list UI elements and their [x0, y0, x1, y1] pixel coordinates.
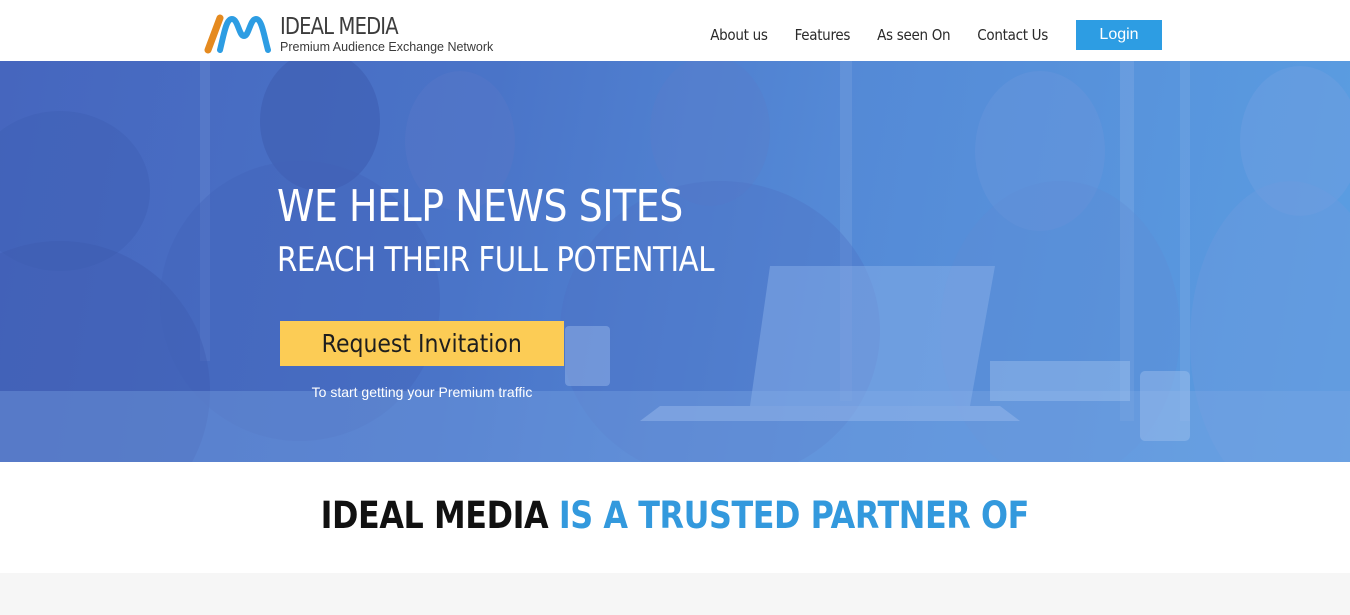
- request-invitation-label: Request Invitation: [321, 329, 523, 358]
- main-nav: About us Features As seen On Contact Us …: [710, 20, 1162, 50]
- cta-note: To start getting your Premium traffic: [311, 384, 533, 400]
- trusted-partner-section: IDEAL MEDIA IS A TRUSTED PARTNER OF: [0, 462, 1350, 573]
- logo-title: IDEAL MEDIA: [280, 14, 399, 40]
- partner-heading-brand: IDEAL MEDIA: [320, 494, 549, 537]
- hero-title: WE HELP NEWS SITES: [277, 181, 683, 232]
- nav-features[interactable]: Features: [795, 26, 851, 44]
- login-button[interactable]: Login: [1076, 20, 1162, 50]
- nav-contact-us[interactable]: Contact Us: [977, 26, 1048, 44]
- logo[interactable]: IDEAL MEDIA Premium Audience Exchange Ne…: [198, 12, 498, 56]
- request-invitation-button[interactable]: Request Invitation: [280, 321, 564, 366]
- ideal-media-logo-icon: [204, 14, 271, 54]
- site-header: IDEAL MEDIA Premium Audience Exchange Ne…: [0, 0, 1350, 61]
- nav-as-seen-on[interactable]: As seen On: [877, 26, 951, 44]
- hero-subtitle: REACH THEIR FULL POTENTIAL: [277, 240, 715, 280]
- partner-heading-rest: IS A TRUSTED PARTNER OF: [559, 494, 1030, 537]
- partners-logo-band: [0, 573, 1350, 615]
- trusted-partner-heading: IDEAL MEDIA IS A TRUSTED PARTNER OF: [0, 494, 1350, 537]
- hero-section: WE HELP NEWS SITES REACH THEIR FULL POTE…: [0, 61, 1350, 462]
- logo-tagline: Premium Audience Exchange Network: [280, 40, 494, 54]
- nav-about-us[interactable]: About us: [710, 26, 768, 44]
